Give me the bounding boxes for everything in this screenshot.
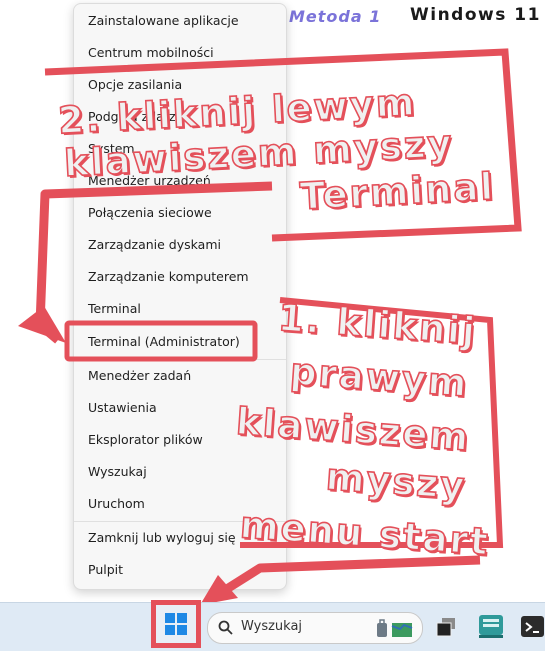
terminal-app-icon[interactable]: [520, 614, 545, 640]
menu-item-computer-management[interactable]: Zarządzanie komputerem: [88, 267, 249, 287]
menu-item-power-options[interactable]: Opcje zasilania: [88, 75, 182, 95]
menu-item-run[interactable]: Uruchom: [88, 494, 145, 514]
start-button[interactable]: [151, 600, 201, 648]
os-label: Windows 11: [410, 5, 541, 25]
arrow-head-terminal: [18, 306, 66, 343]
widgets-icon[interactable]: [477, 612, 505, 640]
menu-item-desktop[interactable]: Pulpit: [88, 560, 123, 580]
windows-logo-icon: [165, 613, 187, 635]
taskbar-search-box[interactable]: Wyszukaj: [207, 612, 423, 644]
menu-item-shutdown-signout[interactable]: Zamknij lub wyloguj się: [88, 528, 236, 548]
menu-item-task-manager[interactable]: Menedżer zadań: [88, 366, 191, 386]
menu-item-terminal[interactable]: Terminal: [88, 299, 141, 319]
menu-item-settings[interactable]: Ustawienia: [88, 398, 157, 418]
menu-separator: [74, 359, 286, 360]
callout-1-line-2: prawym: [288, 349, 471, 406]
menu-item-network-connections[interactable]: Połączenia sieciowe: [88, 203, 212, 223]
task-view-icon[interactable]: [433, 614, 459, 640]
menu-item-installed-apps[interactable]: Zainstalowane aplikacje: [88, 11, 239, 31]
menu-item-mobility-center[interactable]: Centrum mobilności: [88, 43, 214, 63]
search-placeholder: Wyszukaj: [241, 619, 303, 634]
callout-2-line-3: Terminal: [298, 164, 496, 219]
screenshot: Metoda 1 Windows 11 Zainstalowane aplika…: [0, 0, 545, 651]
search-icon: [218, 620, 233, 635]
callout-1-line-1: 1. kliknij: [276, 295, 479, 353]
menu-item-search[interactable]: Wyszukaj: [88, 462, 147, 482]
menu-item-file-explorer[interactable]: Eksplorator plików: [88, 430, 203, 450]
method-label: Metoda 1: [289, 7, 382, 26]
menu-item-disk-management[interactable]: Zarządzanie dyskami: [88, 235, 221, 255]
search-highlight-travel-icon: [377, 619, 413, 637]
callout-1-line-4: myszy: [324, 454, 469, 508]
menu-item-terminal-admin[interactable]: Terminal (Administrator): [88, 332, 240, 352]
